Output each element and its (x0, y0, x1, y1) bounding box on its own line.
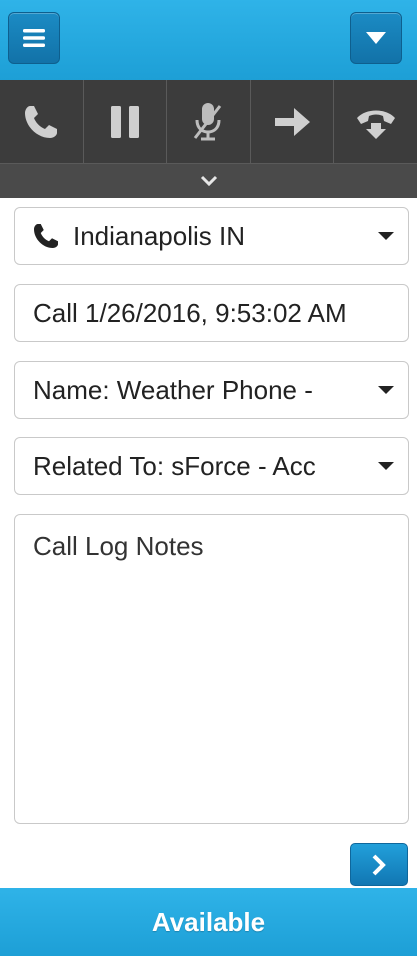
next-button[interactable] (350, 843, 408, 886)
phone-hangup-icon (356, 110, 395, 139)
mute-button[interactable] (166, 80, 250, 163)
microphone-mute-icon (194, 102, 222, 140)
expand-toggle[interactable] (0, 163, 417, 198)
related-to-select[interactable]: Related To: sForce - Acc (14, 437, 409, 495)
call-controls-toolbar (0, 80, 417, 163)
call-log-notes-input[interactable] (14, 514, 409, 824)
caret-down-icon (366, 32, 386, 44)
call-button[interactable] (0, 80, 83, 163)
pause-icon (110, 105, 139, 138)
caret-down-icon (378, 386, 394, 394)
name-select-label: Name: Weather Phone - (33, 374, 313, 405)
hangup-button[interactable] (333, 80, 417, 163)
location-label: Indianapolis IN (73, 220, 245, 251)
phone-icon (25, 105, 58, 138)
call-subject-field[interactable]: Call 1/26/2016, 9:53:02 AM (14, 284, 409, 342)
phone-icon (31, 221, 61, 251)
status-bar[interactable]: Available (0, 888, 417, 956)
related-to-label: Related To: sForce - Acc (33, 450, 316, 481)
chevron-right-icon (372, 854, 386, 875)
caret-down-icon (378, 232, 394, 240)
arrow-right-icon (275, 107, 311, 136)
call-subject-value[interactable]: Call 1/26/2016, 9:53:02 AM (33, 298, 408, 329)
options-dropdown-button[interactable] (350, 12, 402, 64)
transfer-button[interactable] (249, 80, 334, 163)
location-select[interactable]: Indianapolis IN (14, 207, 409, 265)
chevron-down-icon (200, 175, 217, 187)
hamburger-menu-icon (23, 29, 45, 47)
menu-button[interactable] (8, 12, 60, 64)
name-select[interactable]: Name: Weather Phone - (14, 361, 409, 419)
hold-button[interactable] (82, 80, 167, 163)
top-bar (0, 0, 417, 80)
status-label: Available (151, 906, 266, 937)
caret-down-icon (378, 462, 394, 470)
